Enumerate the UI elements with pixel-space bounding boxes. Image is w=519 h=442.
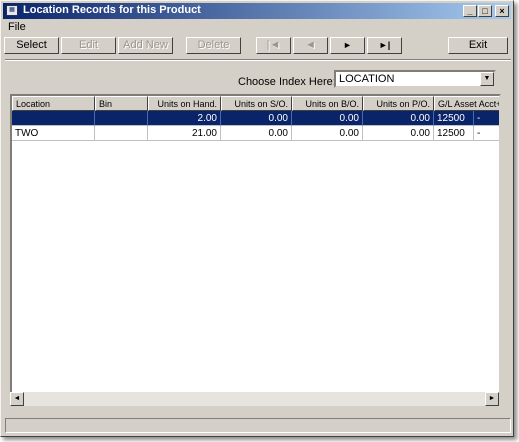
next-record-button[interactable]: ► [330,37,365,54]
maximize-button[interactable]: □ [478,5,492,17]
cell-gl-acct: 12500 [434,126,474,141]
cell-units-on-bo: 0.00 [292,126,363,141]
first-record-button[interactable]: |◄ [256,37,291,54]
app-icon: ▦ [6,5,18,16]
edit-button[interactable]: Edit [61,37,116,54]
column-header-location[interactable]: Location [12,96,95,111]
column-header-units-on-so[interactable]: Units on S/O. [221,96,292,111]
column-header-units-on-hand[interactable]: Units on Hand. [148,96,221,111]
column-header-bin[interactable]: Bin [95,96,148,111]
index-select[interactable]: LOCATION ▼ [334,70,496,88]
column-header-gl-asset-acct[interactable]: G/L Asset Acct+Dept [434,96,499,111]
cell-units-on-hand: 2.00 [148,111,221,126]
column-header-units-on-po[interactable]: Units on P/O. [363,96,434,111]
scroll-right-icon[interactable]: ► [485,392,499,406]
minimize-button[interactable]: _ [463,5,477,17]
delete-button[interactable]: Delete [186,37,241,54]
horizontal-scrollbar[interactable]: ◄ ► [10,392,499,406]
index-select-value: LOCATION [339,73,395,85]
location-grid[interactable]: Location Bin Units on Hand. Units on S/O… [10,94,501,406]
previous-record-button[interactable]: ◄ [293,37,328,54]
cell-bin [95,111,148,126]
index-label: Choose Index Here: [238,76,336,88]
cell-location [12,111,95,126]
location-records-window: ▦ Location Records for this Product _ □ … [0,0,514,437]
cell-units-on-hand: 21.00 [148,126,221,141]
scroll-left-icon[interactable]: ◄ [10,392,24,406]
close-button[interactable]: × [495,5,509,17]
cell-gl-dept: - [474,126,499,141]
chevron-down-icon[interactable]: ▼ [480,72,494,86]
cell-bin [95,126,148,141]
toolbar-divider [5,59,511,61]
cell-units-on-po: 0.00 [363,111,434,126]
window-title: Location Records for this Product [23,4,201,16]
cell-gl-dept: - [474,111,499,126]
menu-file[interactable]: File [8,21,26,33]
last-record-button[interactable]: ►| [367,37,402,54]
cell-units-on-po: 0.00 [363,126,434,141]
cell-units-on-bo: 0.00 [292,111,363,126]
select-button[interactable]: Select [4,37,59,54]
status-bar [5,418,511,433]
cell-units-on-so: 0.00 [221,111,292,126]
exit-button[interactable]: Exit [448,37,508,54]
column-header-units-on-bo[interactable]: Units on B/O. [292,96,363,111]
cell-location: TWO [12,126,95,141]
add-new-button[interactable]: Add New [118,37,173,54]
title-bar: ▦ Location Records for this Product _ □ … [3,3,511,19]
cell-gl-acct: 12500 [434,111,474,126]
menu-bar: File [3,20,511,34]
cell-units-on-so: 0.00 [221,126,292,141]
